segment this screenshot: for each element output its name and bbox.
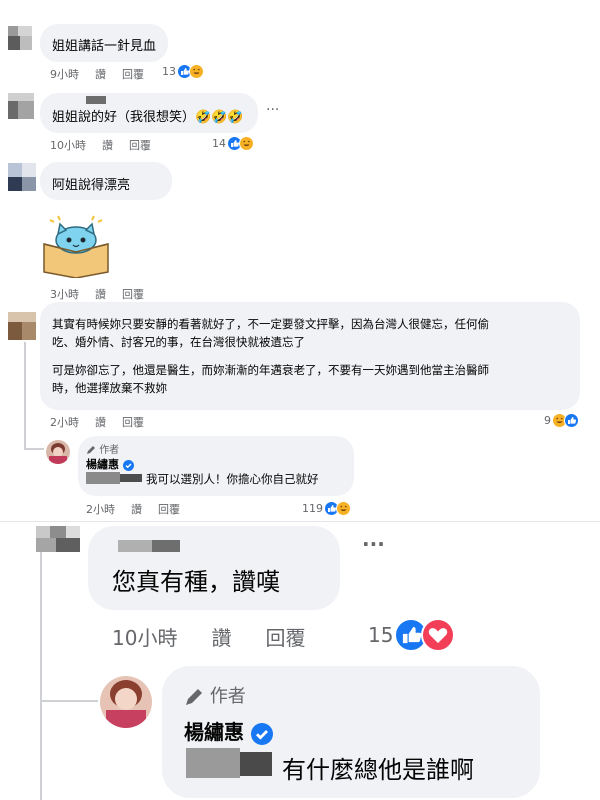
thread-line bbox=[24, 342, 26, 450]
author-name[interactable]: 楊繡惠 bbox=[86, 456, 134, 472]
comment-text: 阿姐說得漂亮 bbox=[52, 178, 131, 193]
blurred-mention bbox=[120, 474, 142, 482]
avatar[interactable] bbox=[8, 163, 36, 191]
pen-icon bbox=[186, 689, 202, 705]
reply-link[interactable]: 回覆 bbox=[129, 137, 151, 153]
blurred-name bbox=[86, 96, 106, 104]
timestamp[interactable]: 3小時 bbox=[50, 286, 79, 302]
blurred-mention bbox=[86, 472, 120, 484]
avatar[interactable] bbox=[46, 440, 70, 464]
timestamp[interactable]: 9小時 bbox=[50, 66, 79, 82]
comment-meta: 10小時 讚 回覆 bbox=[112, 622, 321, 651]
avatar[interactable] bbox=[100, 676, 152, 728]
comment-text: 您真有種，讚嘆 bbox=[112, 568, 280, 596]
timestamp[interactable]: 2小時 bbox=[86, 501, 115, 517]
avatar[interactable] bbox=[8, 312, 36, 340]
blurred-name bbox=[152, 540, 180, 552]
timestamp[interactable]: 2小時 bbox=[50, 414, 79, 430]
timestamp[interactable]: 10小時 bbox=[50, 137, 86, 153]
thread-line bbox=[24, 448, 44, 450]
like-link[interactable]: 讚 bbox=[102, 137, 113, 153]
avatar[interactable] bbox=[8, 93, 34, 119]
reply-text: 我可以選別人！你擔心你自己就好 bbox=[146, 472, 319, 486]
comment-meta: 3小時讚回覆 bbox=[50, 286, 160, 302]
avatar[interactable] bbox=[36, 526, 80, 552]
verified-check-icon bbox=[122, 459, 134, 471]
reply-link[interactable]: 回覆 bbox=[122, 414, 144, 430]
cat-in-box-sticker bbox=[38, 212, 114, 279]
reaction-count[interactable]: 13 bbox=[162, 64, 204, 79]
comment-text-line: 可是妳卻忘了，他還是醫生，而妳漸漸的年邁衰老了，不要有一天妳遇到他當主治醫師 bbox=[52, 363, 489, 377]
reaction-count[interactable]: 119 bbox=[302, 501, 351, 516]
thumbs-up-icon bbox=[564, 413, 579, 428]
thread-line bbox=[40, 552, 42, 800]
reaction-count[interactable]: 9 bbox=[544, 413, 579, 428]
reply-text: 有什麼總他是誰啊 bbox=[282, 756, 474, 784]
laughing-face-icon bbox=[336, 501, 351, 516]
reaction-count[interactable]: 15 bbox=[368, 618, 456, 652]
thread-line bbox=[40, 700, 98, 702]
reply-link[interactable]: 回覆 bbox=[122, 66, 144, 82]
like-link[interactable]: 讚 bbox=[131, 501, 142, 517]
reply-link[interactable]: 回覆 bbox=[122, 286, 144, 302]
laughing-face-icon bbox=[189, 64, 204, 79]
blurred-mention bbox=[186, 748, 240, 778]
comment-text: 姐姐說的好（我很想笑）🤣🤣🤣 bbox=[52, 110, 244, 125]
like-link[interactable]: 讚 bbox=[95, 66, 106, 82]
comment-text-line: 吃、婚外情、討客兄的事，在台灣很快就被遺忘了 bbox=[52, 335, 305, 349]
author-badge: 作者 bbox=[184, 682, 246, 708]
divider bbox=[0, 521, 600, 522]
author-badge: 作者 bbox=[86, 441, 119, 456]
reply-link[interactable]: 回覆 bbox=[158, 501, 180, 517]
laughing-face-icon bbox=[239, 136, 254, 151]
comment-text-line: 時，他選擇放棄不救妳 bbox=[52, 381, 167, 395]
comment-meta: 10小時讚回覆 bbox=[50, 137, 167, 153]
comment-meta: 2小時讚回覆 bbox=[50, 414, 160, 430]
like-link[interactable]: 讚 bbox=[95, 414, 106, 430]
blurred-mention bbox=[240, 752, 272, 776]
comment-text-line: 其實有時候妳只要安靜的看著就好了，不一定要發文抨擊，因為台灣人很健忘，任何偷 bbox=[52, 317, 489, 331]
pen-icon bbox=[87, 446, 95, 454]
like-link[interactable]: 讚 bbox=[211, 622, 231, 651]
more-options-button[interactable]: ··· bbox=[362, 532, 385, 556]
comment-meta: 2小時讚回覆 bbox=[86, 501, 196, 517]
avatar[interactable] bbox=[8, 26, 32, 50]
reaction-count[interactable]: 14 bbox=[212, 136, 254, 151]
author-name[interactable]: 楊繡惠 bbox=[184, 716, 273, 745]
heart-icon bbox=[421, 618, 456, 652]
comment-text: 姐姐講話一針見血 bbox=[52, 39, 157, 54]
like-link[interactable]: 讚 bbox=[95, 286, 106, 302]
timestamp[interactable]: 10小時 bbox=[112, 622, 177, 651]
comment-meta: 9小時讚回覆 bbox=[50, 66, 160, 82]
verified-check-icon bbox=[250, 722, 273, 745]
more-options-button[interactable]: ··· bbox=[266, 102, 279, 118]
reply-link[interactable]: 回覆 bbox=[265, 622, 305, 651]
